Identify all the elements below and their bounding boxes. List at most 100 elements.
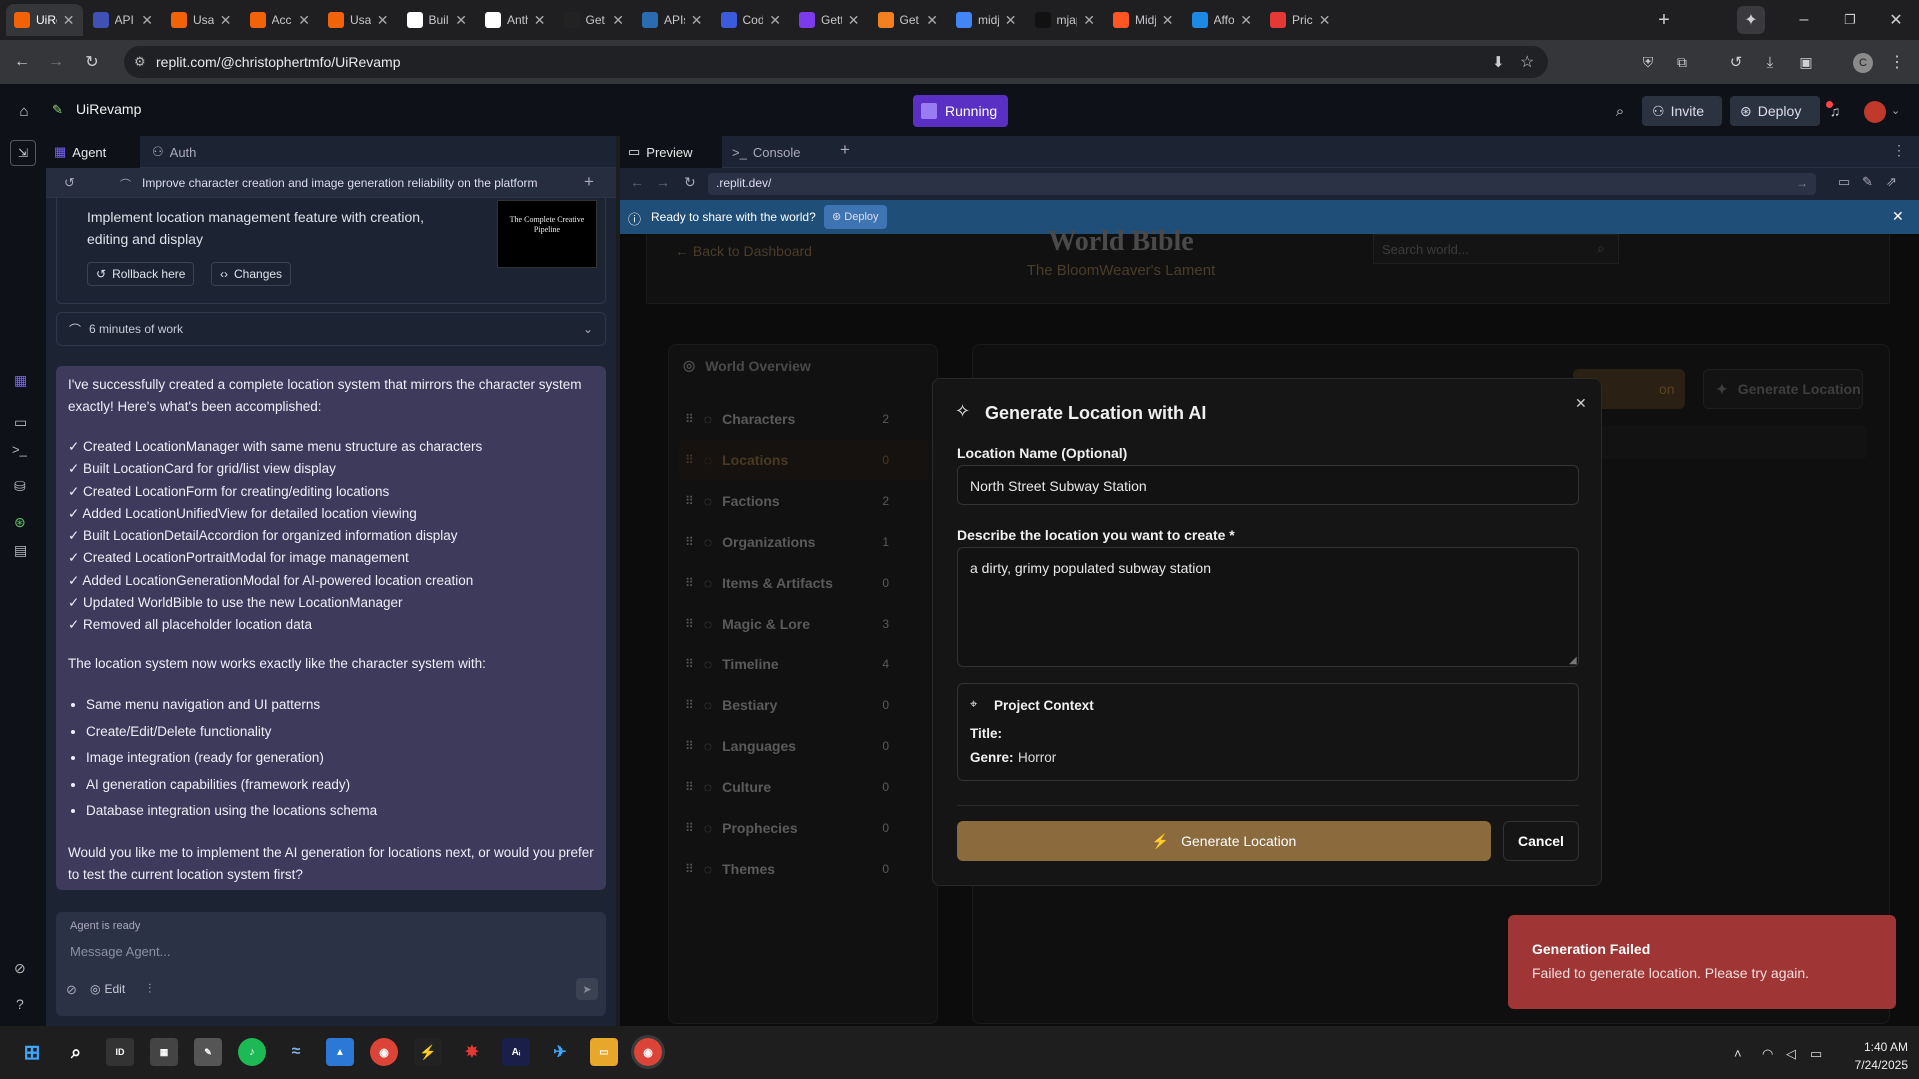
settings-sliders-icon[interactable]: ⫶ <box>148 981 151 997</box>
close-tab-icon[interactable]: ✕ <box>1005 12 1017 29</box>
close-tab-icon[interactable]: ✕ <box>1240 12 1252 29</box>
close-tab-icon[interactable]: ✕ <box>926 12 938 29</box>
browser-tab[interactable]: Usag ✕ <box>320 4 397 36</box>
back-icon[interactable]: ← <box>8 48 36 76</box>
browser-menu-icon[interactable]: ⋮ <box>1883 48 1911 76</box>
browser-tab[interactable]: APIs ✕ <box>634 4 711 36</box>
project-name[interactable]: UiRevamp <box>76 101 141 117</box>
home-icon[interactable]: ⌂ <box>10 97 38 125</box>
sidebar-item-timeline[interactable]: ⠿ ◌ Timeline 4 <box>679 644 929 684</box>
external-link-icon[interactable]: ⇗ <box>1886 174 1897 190</box>
taskbar-time[interactable]: 1:40 AM <box>1838 1040 1908 1054</box>
battery-icon[interactable]: ▭ <box>1810 1046 1822 1062</box>
drag-handle-icon[interactable]: ⠿ <box>685 617 694 631</box>
sidebar-item-characters[interactable]: ⠿ ◌ Characters 2 <box>679 399 929 439</box>
browser-tab[interactable]: Prici ✕ <box>1262 4 1339 36</box>
preview-url-bar[interactable]: .replit.dev/ → <box>708 173 1816 195</box>
drag-handle-icon[interactable]: ⠿ <box>685 862 694 876</box>
address-bar[interactable]: ⚙ replit.com/@christophertmfo/UiRevamp ⬇… <box>124 46 1548 78</box>
drag-handle-icon[interactable]: ⠿ <box>685 576 694 590</box>
agent-rail-icon[interactable]: ▦ <box>14 372 27 389</box>
sidebar-item-themes[interactable]: ⠿ ◌ Themes 0 <box>679 849 929 889</box>
chrome-icon[interactable]: ◉ <box>370 1038 398 1066</box>
bookmark-star-icon[interactable]: ☆ <box>1520 52 1534 72</box>
preview-forward-icon[interactable]: → <box>656 174 670 190</box>
invite-button[interactable]: ⚇ Invite <box>1642 96 1722 126</box>
browser-tab[interactable]: Code ✕ <box>713 4 790 36</box>
install-icon[interactable]: ⬇ <box>1492 53 1505 71</box>
forward-icon[interactable]: → <box>42 48 70 76</box>
sidebar-item-languages[interactable]: ⠿ ◌ Languages 0 <box>679 726 929 766</box>
feather-app-icon[interactable]: ✈ <box>546 1038 574 1066</box>
back-to-dashboard-link[interactable]: ← Back to Dashboard <box>675 243 812 259</box>
close-tab-icon[interactable]: ✕ <box>612 12 624 29</box>
world-overview-link[interactable]: ◎ World Overview <box>683 357 811 374</box>
preview-rail-icon[interactable]: ▭ <box>14 414 27 431</box>
volume-icon[interactable]: ◁ <box>1786 1046 1796 1062</box>
browser-tab[interactable]: UiRe ✕ <box>6 4 83 36</box>
drag-handle-icon[interactable]: ⠿ <box>685 739 694 753</box>
apps-grid-icon[interactable]: ▤ <box>14 542 27 559</box>
taskbar-edit-app-icon[interactable]: ✎ <box>194 1038 222 1066</box>
drag-handle-icon[interactable]: ⠿ <box>685 698 694 712</box>
cancel-button[interactable]: Cancel <box>1503 821 1579 861</box>
close-tab-icon[interactable]: ✕ <box>298 12 310 29</box>
drag-handle-icon[interactable]: ⠿ <box>685 453 694 467</box>
close-tab-icon[interactable]: ✕ <box>769 12 781 29</box>
browser-tab[interactable]: Anth ✕ <box>477 4 554 36</box>
taskbar-search-icon[interactable]: ⌕ <box>62 1038 90 1066</box>
description-textarea[interactable]: a dirty, grimy populated subway station <box>957 547 1579 667</box>
devtools-icon[interactable]: ✎ <box>1862 174 1873 190</box>
taskbar-app-2-icon[interactable]: ▦ <box>150 1038 178 1066</box>
taskbar-date[interactable]: 7/24/2025 <box>1838 1058 1908 1072</box>
browser-tab[interactable]: Midj ✕ <box>1105 4 1182 36</box>
reload-icon[interactable]: ↻ <box>78 48 106 76</box>
shield-icon[interactable]: ⛨ <box>1634 48 1662 76</box>
tab-auth[interactable]: ⚇ Auth <box>144 136 232 168</box>
sidebar-item-locations[interactable]: ⠿ ◌ Locations 0 <box>679 439 929 480</box>
notifications-icon[interactable]: ♫ <box>1821 97 1849 125</box>
drag-handle-icon[interactable]: ⠿ <box>685 821 694 835</box>
user-avatar[interactable] <box>1864 101 1886 123</box>
close-window-icon[interactable]: ✕ <box>1882 6 1910 34</box>
wifi-icon[interactable]: ◠ <box>1762 1046 1773 1062</box>
browser-tab[interactable]: API k ✕ <box>85 4 162 36</box>
checkpoint-thumbnail[interactable]: The Complete Creative Pipeline <box>497 200 597 268</box>
close-tab-icon[interactable]: ✕ <box>1319 12 1331 29</box>
attach-icon[interactable]: ⊘ <box>66 982 77 998</box>
sidebar-item-prophecies[interactable]: ⠿ ◌ Prophecies 0 <box>679 808 929 848</box>
chrome-active-icon[interactable]: ◉ <box>634 1038 662 1066</box>
close-tab-icon[interactable]: ✕ <box>1162 12 1174 29</box>
bg-generate-location-button[interactable]: ✦ Generate Location <box>1703 369 1863 409</box>
new-thread-icon[interactable]: + <box>584 172 594 192</box>
search-icon[interactable]: ⌕ <box>1606 97 1634 125</box>
shell-rail-icon[interactable]: >_ <box>12 442 27 457</box>
split-view-icon[interactable]: ▣ <box>1792 48 1820 76</box>
browser-tab[interactable]: Build ✕ <box>399 4 476 36</box>
tab-agent[interactable]: ▦ Agent <box>46 136 140 168</box>
close-tab-icon[interactable]: ✕ <box>220 12 232 29</box>
drag-handle-icon[interactable]: ⠿ <box>685 657 694 671</box>
panel-menu-icon[interactable]: ⋮ <box>1892 142 1906 159</box>
deploy-header-button[interactable]: ⊛ Deploy <box>1730 96 1820 126</box>
generate-location-button[interactable]: ⚡ Generate Location <box>957 821 1491 861</box>
sidebar-item-culture[interactable]: ⠿ ◌ Culture 0 <box>679 767 929 807</box>
edit-toggle[interactable]: ◎ Edit <box>90 982 125 996</box>
changes-button[interactable]: ‹› Changes <box>211 262 292 286</box>
message-input[interactable]: Message Agent... <box>66 940 596 968</box>
browser-tab[interactable]: Get s ✕ <box>870 4 947 36</box>
bolt-app-icon[interactable]: ⚡ <box>414 1038 442 1066</box>
close-tab-icon[interactable]: ✕ <box>1083 12 1095 29</box>
downloads-icon[interactable]: ⤓ <box>1756 48 1784 76</box>
run-button[interactable]: Running <box>913 95 1008 127</box>
browser-tab[interactable]: Usag ✕ <box>163 4 240 36</box>
taskbar-app-1-icon[interactable]: ID <box>106 1038 134 1066</box>
gemini-icon[interactable]: ✦ <box>1737 6 1765 34</box>
work-summary-toggle[interactable]: ⌒ 6 minutes of work ⌄ <box>56 312 606 346</box>
close-banner-icon[interactable]: ✕ <box>1892 208 1904 225</box>
database-rail-icon[interactable]: ⛁ <box>14 478 26 495</box>
extensions-icon[interactable]: ⧉ <box>1668 48 1696 76</box>
close-tab-icon[interactable]: ✕ <box>848 12 860 29</box>
sidebar-item-magic-lore[interactable]: ⠿ ◌ Magic & Lore 3 <box>679 604 929 644</box>
device-icon[interactable]: ▭ <box>1838 174 1850 190</box>
